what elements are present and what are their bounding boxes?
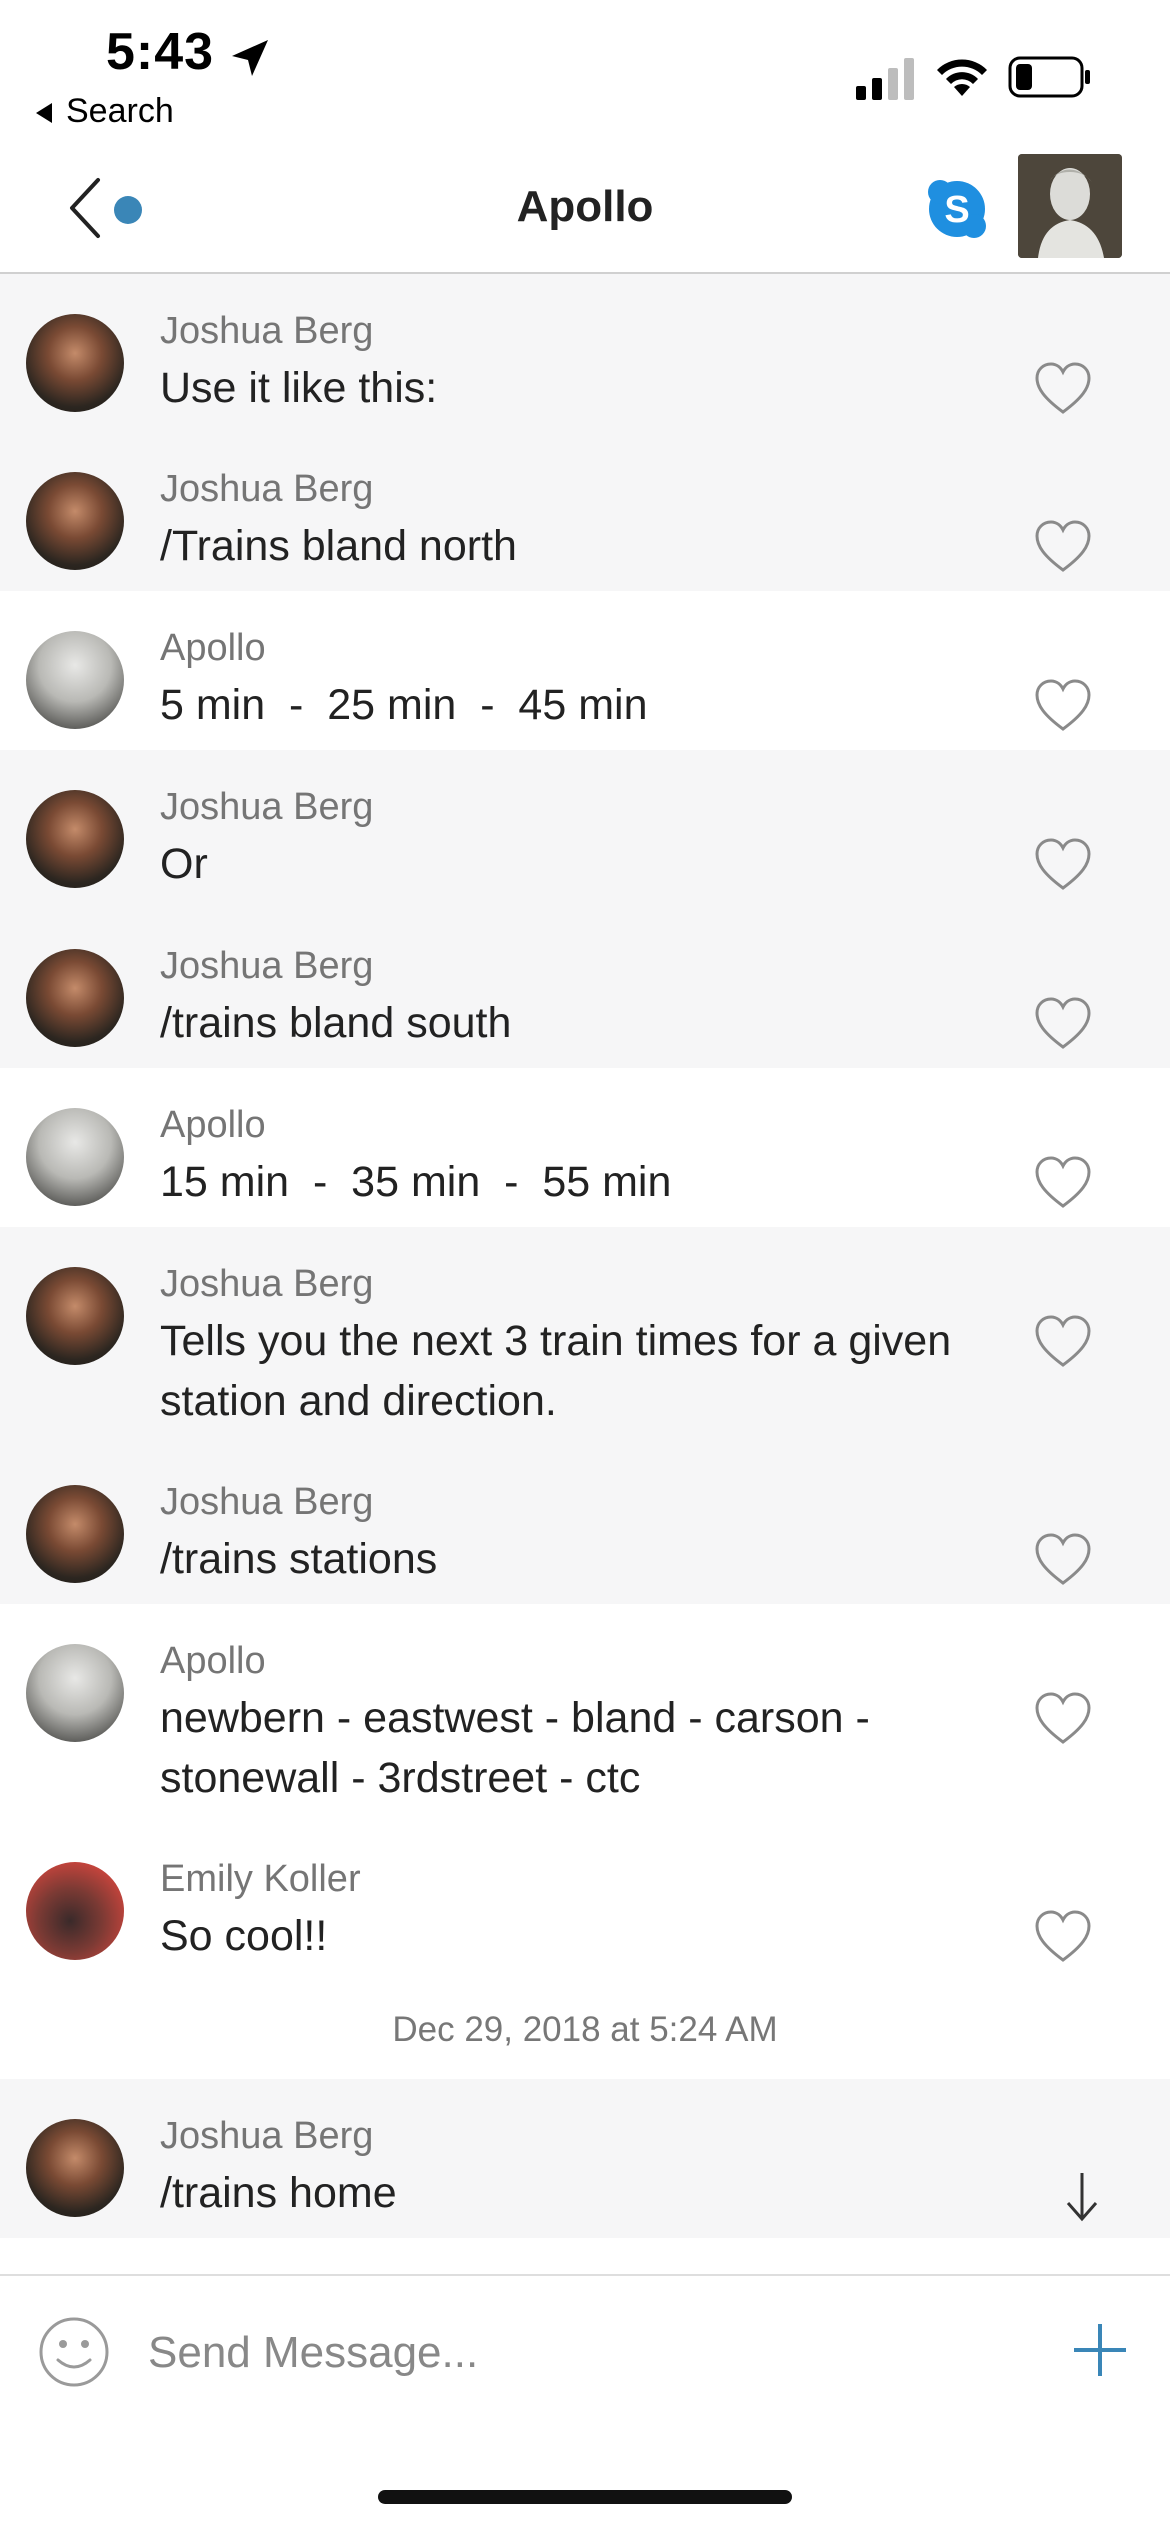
group-avatar[interactable] xyxy=(1018,154,1122,258)
location-arrow-icon xyxy=(232,40,268,76)
cellular-signal-icon xyxy=(856,58,914,100)
message-text: /Trains bland north xyxy=(160,522,517,570)
message-input[interactable] xyxy=(146,2322,1000,2384)
message-item[interactable]: Apollo newbern - eastwest - bland - cars… xyxy=(0,1604,1170,1822)
date-separator: Dec 29, 2018 at 5:24 AM xyxy=(392,2010,778,2049)
message-text: 15 min - 35 min - 55 min xyxy=(160,1158,672,1206)
message-text: /trains stations xyxy=(160,1535,438,1583)
message-list[interactable]: Joshua Berg Use it like this: Joshua Ber… xyxy=(0,274,1170,2238)
emoji-icon[interactable] xyxy=(38,2316,110,2388)
back-triangle-icon xyxy=(36,103,52,124)
message-author: Joshua Berg xyxy=(160,945,374,987)
message-item[interactable]: Apollo 5 min - 25 min - 45 min xyxy=(0,591,1170,750)
message-author: Joshua Berg xyxy=(160,786,374,828)
avatar-apollo[interactable] xyxy=(26,631,124,729)
add-attachment-icon[interactable] xyxy=(1070,2320,1130,2380)
message-author: Joshua Berg xyxy=(160,310,374,352)
chat-header: Apollo S xyxy=(0,140,1170,274)
avatar-emily-koller[interactable] xyxy=(26,1862,124,1960)
message-item[interactable]: Joshua Berg /trains bland south xyxy=(0,909,1170,1068)
message-item[interactable]: Emily Koller So cool!! xyxy=(0,1822,1170,1981)
back-to-search-label: Search xyxy=(66,92,174,130)
message-author: Emily Koller xyxy=(160,1858,361,1900)
message-text: Tells you the next 3 train times for a g… xyxy=(160,1317,952,1425)
message-text: Use it like this: xyxy=(160,364,438,412)
heart-icon[interactable] xyxy=(1034,1692,1092,1746)
message-item[interactable]: Apollo 15 min - 35 min - 55 min xyxy=(0,1068,1170,1227)
avatar-joshua-berg[interactable] xyxy=(26,2119,124,2217)
scroll-down-arrow-icon[interactable] xyxy=(1062,2169,1102,2223)
avatar-apollo[interactable] xyxy=(26,1644,124,1742)
heart-icon[interactable] xyxy=(1034,362,1092,416)
message-item[interactable]: Joshua Berg /Trains bland north xyxy=(0,432,1170,591)
back-to-search-link[interactable]: Search xyxy=(36,92,174,131)
message-text: So cool!! xyxy=(160,1912,328,1960)
battery-icon xyxy=(1008,56,1090,98)
message-item[interactable]: Joshua Berg Tells you the next 3 train t… xyxy=(0,1227,1170,1445)
avatar-joshua-berg[interactable] xyxy=(26,1267,124,1365)
message-text: /trains home xyxy=(160,2169,397,2217)
heart-icon[interactable] xyxy=(1034,1533,1092,1587)
chat-title: Apollo xyxy=(516,182,654,231)
avatar-joshua-berg[interactable] xyxy=(26,314,124,412)
avatar-joshua-berg[interactable] xyxy=(26,472,124,570)
heart-icon[interactable] xyxy=(1034,1910,1092,1964)
heart-icon[interactable] xyxy=(1034,679,1092,733)
heart-icon[interactable] xyxy=(1034,997,1092,1051)
message-author: Joshua Berg xyxy=(160,468,374,510)
message-author: Joshua Berg xyxy=(160,1481,374,1523)
message-item[interactable]: Joshua Berg Use it like this: xyxy=(0,274,1170,432)
message-author: Joshua Berg xyxy=(160,2115,374,2157)
avatar-joshua-berg[interactable] xyxy=(26,1485,124,1583)
message-author: Apollo xyxy=(160,627,266,669)
avatar-joshua-berg[interactable] xyxy=(26,790,124,888)
skype-icon[interactable]: S xyxy=(926,178,988,240)
home-indicator[interactable] xyxy=(378,2490,792,2504)
svg-text:S: S xyxy=(944,189,969,231)
message-text: Or xyxy=(160,840,208,888)
heart-icon[interactable] xyxy=(1034,520,1092,574)
message-author: Apollo xyxy=(160,1640,266,1682)
message-text: 5 min - 25 min - 45 min xyxy=(160,681,648,729)
avatar-joshua-berg[interactable] xyxy=(26,949,124,1047)
message-item[interactable]: Joshua Berg Or xyxy=(0,750,1170,909)
message-text: newbern - eastwest - bland - carson - st… xyxy=(160,1694,870,1802)
message-item[interactable]: Joshua Berg /trains home xyxy=(0,2079,1170,2238)
wifi-icon xyxy=(937,59,987,96)
heart-icon[interactable] xyxy=(1034,1315,1092,1369)
message-author: Joshua Berg xyxy=(160,1263,374,1305)
message-text: /trains bland south xyxy=(160,999,512,1047)
heart-icon[interactable] xyxy=(1034,838,1092,892)
heart-icon[interactable] xyxy=(1034,1156,1092,1210)
status-time: 5:43 xyxy=(106,23,215,81)
avatar-apollo[interactable] xyxy=(26,1108,124,1206)
statue-bust-icon xyxy=(1018,154,1122,258)
status-bar: 5:43 Search xyxy=(0,0,1170,140)
message-author: Apollo xyxy=(160,1104,266,1146)
message-item[interactable]: Joshua Berg /trains stations xyxy=(0,1445,1170,1604)
